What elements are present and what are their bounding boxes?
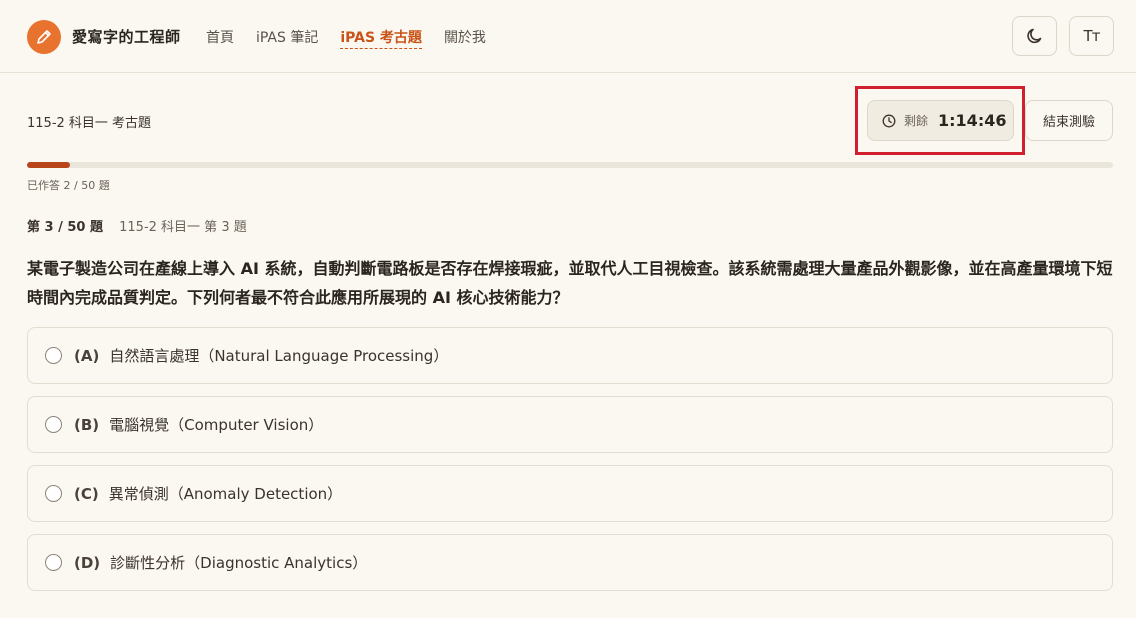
moon-icon [1026,28,1041,44]
radio-button[interactable] [45,347,62,364]
option-letter: (C) [74,484,99,503]
nav-item-home[interactable]: 首頁 [206,27,234,49]
pencil-icon [37,30,51,44]
nav-item-ipas-exams[interactable]: iPAS 考古題 [340,27,422,49]
option-text: 異常偵測（Anomaly Detection） [108,485,343,503]
radio-button[interactable] [45,416,62,433]
option-text: 診斷性分析（Diagnostic Analytics） [110,554,368,572]
nav-item-ipas-notes[interactable]: iPAS 筆記 [256,27,318,49]
question-text: 某電子製造公司在產線上導入 AI 系統，自動判斷電路板是否存在焊接瑕疵，並取代人… [27,259,1113,307]
font-size-icon: Tт [1083,27,1101,45]
radio-button[interactable] [45,485,62,502]
question-number: 第 3 / 50 題 [27,220,103,235]
theme-toggle-button[interactable] [1012,16,1057,56]
main-nav: 首頁 iPAS 筆記 iPAS 考古題 關於我 [206,27,508,49]
exam-title: 115-2 科目一 考古題 [27,116,152,131]
option-text: 自然語言處理（Natural Language Processing） [109,347,449,365]
option-d[interactable]: (D) 診斷性分析（Diagnostic Analytics） [27,534,1113,591]
timer-highlight-box [855,86,1025,155]
option-c[interactable]: (C) 異常偵測（Anomaly Detection） [27,465,1113,522]
radio-button[interactable] [45,554,62,571]
option-a[interactable]: (A) 自然語言處理（Natural Language Processing） [27,327,1113,384]
option-text: 電腦視覺（Computer Vision） [109,416,324,434]
brand-name[interactable]: 愛寫字的工程師 [72,26,181,47]
option-letter: (A) [74,346,100,365]
question-meta: 第 3 / 50 題 115-2 科目一 第 3 題 [27,216,247,235]
option-letter: (D) [74,553,101,572]
option-letter: (B) [74,415,100,434]
progress-text: 已作答 2 / 50 題 [27,179,110,192]
option-b[interactable]: (B) 電腦視覺（Computer Vision） [27,396,1113,453]
progress-bar-fill [27,162,71,168]
top-navigation-bar: 愛寫字的工程師 首頁 iPAS 筆記 iPAS 考古題 關於我 Tт [0,0,1136,73]
progress-bar [27,162,1113,168]
nav-item-about[interactable]: 關於我 [444,27,486,49]
logo-pencil-icon[interactable] [27,20,61,54]
font-size-button[interactable]: Tт [1069,16,1114,56]
end-exam-button[interactable]: 結束測驗 [1025,100,1113,141]
question-source: 115-2 科目一 第 3 題 [119,220,247,235]
